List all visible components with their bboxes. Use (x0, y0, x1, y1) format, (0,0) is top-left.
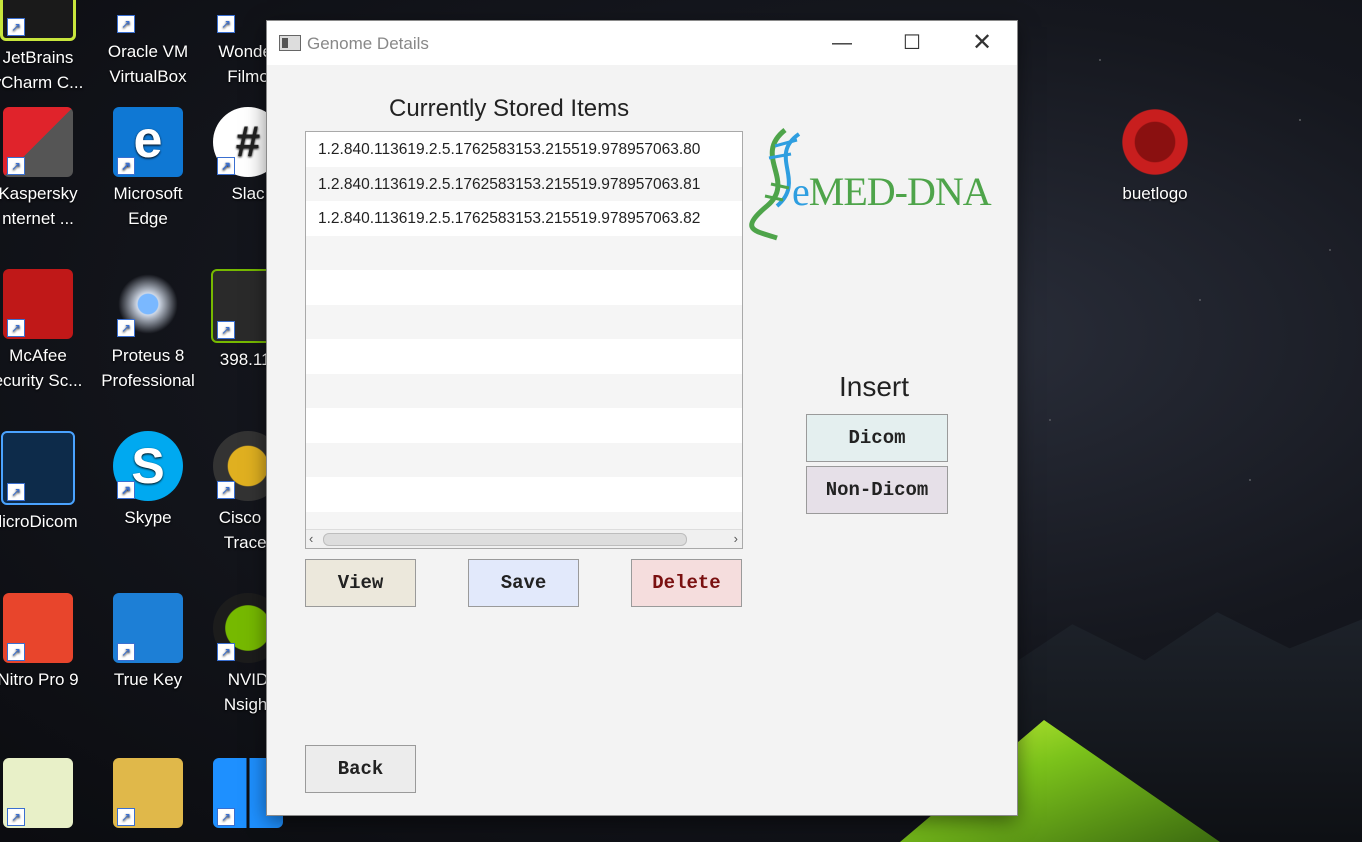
desktop-icon-proteus[interactable]: ↗ Proteus 8 Professional (100, 269, 196, 393)
desktop-icon-buetlogo[interactable]: buetlogo (1107, 107, 1203, 206)
list-item[interactable]: 1.2.840.113619.2.5.1762583153.215519.978… (306, 201, 742, 236)
desktop-icon-label: buetlogo (1122, 184, 1188, 203)
scroll-right-icon[interactable]: › (734, 531, 738, 546)
back-button[interactable]: Back (305, 745, 416, 793)
virtualbox-icon: ↗ (113, 0, 183, 35)
logo-text-main: MED-DNA (808, 169, 992, 214)
list-item-empty (306, 442, 742, 477)
desktop-icon-label: yCharm C... (0, 73, 84, 92)
list-item[interactable]: 1.2.840.113619.2.5.1762583153.215519.978… (306, 166, 742, 201)
proteus-icon: ↗ (113, 269, 183, 339)
stored-items-listbox[interactable]: 1.2.840.113619.2.5.1762583153.215519.978… (305, 131, 743, 549)
desktop-icon-skype[interactable]: S ↗ Skype (100, 431, 196, 530)
desktop-icon-notepadpp[interactable]: ↗ (0, 758, 86, 832)
desktop-icon-truekey[interactable]: ↗ True Key (100, 593, 196, 692)
list-item-empty (306, 339, 742, 374)
desktop-icon-label: nternet ... (2, 209, 74, 228)
winzip-icon: ↗ (113, 758, 183, 828)
desktop-icon-label: Professional (101, 371, 195, 390)
desktop-icon-label: Microsoft (113, 184, 183, 203)
notepadpp-icon: ↗ (3, 758, 73, 828)
desktop-icon-label: licroDicom (0, 512, 78, 531)
desktop-icon-label: Edge (128, 209, 168, 228)
desktop-icon-label: Nitro Pro 9 (0, 670, 79, 689)
edge-icon: e ↗ (113, 107, 183, 177)
scroll-left-icon[interactable]: ‹ (309, 531, 313, 546)
app-window-icon (279, 35, 301, 51)
maximize-button[interactable]: ☐ (877, 21, 947, 65)
skype-icon: S ↗ (113, 431, 183, 501)
list-item-empty (306, 304, 742, 339)
desktop-icon-pycharm[interactable]: ↗ JetBrains yCharm C... (0, 0, 86, 95)
nitro-icon: ↗ (3, 593, 73, 663)
pycharm-icon: ↗ (0, 0, 76, 41)
desktop-icon-mcafee[interactable]: ↗ McAfee ecurity Sc... (0, 269, 86, 393)
desktop-icon-label: Skype (124, 508, 172, 527)
desktop-icon-label: Proteus 8 (111, 346, 185, 365)
title-bar[interactable]: Genome Details — ☐ ✕ (267, 21, 1017, 65)
dicom-button[interactable]: Dicom (806, 414, 948, 462)
desktop-icon-virtualbox[interactable]: ↗ Oracle VM VirtualBox (100, 0, 196, 89)
logo-text: eMED-DNA (792, 168, 992, 215)
delete-button[interactable]: Delete (631, 559, 742, 607)
desktop-icon-winzip[interactable]: ↗ (100, 758, 196, 832)
logo-text-e: e (792, 169, 810, 214)
desktop-icon-label: McAfee (9, 346, 67, 365)
insert-label: Insert (839, 371, 910, 402)
emed-dna-logo: eMED-DNA (747, 126, 1007, 246)
truekey-icon: ↗ (113, 593, 183, 663)
desktop-icon-edge[interactable]: e ↗ Microsoft Edge (100, 107, 196, 231)
non-dicom-button[interactable]: Non-Dicom (806, 466, 948, 514)
scrollbar-thumb[interactable] (323, 533, 687, 546)
minimize-button[interactable]: — (807, 21, 877, 65)
desktop-icon-label: ecurity Sc... (0, 371, 83, 390)
close-button[interactable]: ✕ (947, 21, 1017, 65)
microdicom-icon: ↗ (1, 431, 75, 505)
desktop-icon-label: Oracle VM (107, 42, 189, 61)
desktop-icon-label: True Key (113, 670, 183, 689)
genome-details-window: Genome Details — ☐ ✕ Currently Stored It… (267, 21, 1017, 815)
mcafee-icon: ↗ (3, 269, 73, 339)
list-item-empty (306, 235, 742, 270)
horizontal-scrollbar[interactable]: ‹ › (306, 529, 742, 548)
desktop-icon-label: VirtualBox (109, 67, 187, 86)
list-item-empty (306, 270, 742, 305)
desktop-icon-label: Kaspersky (0, 184, 78, 203)
stored-items-heading: Currently Stored Items (389, 95, 630, 122)
buetlogo-icon (1120, 107, 1190, 177)
desktop-icon-label: JetBrains (2, 48, 74, 67)
list-item-empty (306, 477, 742, 512)
kaspersky-icon: ↗ (3, 107, 73, 177)
save-button[interactable]: Save (468, 559, 579, 607)
desktop-icon-kaspersky[interactable]: ↗ Kaspersky nternet ... (0, 107, 86, 231)
view-button[interactable]: View (305, 559, 416, 607)
desktop-icon-nitro[interactable]: ↗ Nitro Pro 9 (0, 593, 86, 692)
desktop-icon-microdicom[interactable]: ↗ licroDicom (0, 431, 86, 534)
window-title: Genome Details (307, 34, 429, 53)
list-item[interactable]: 1.2.840.113619.2.5.1762583153.215519.978… (306, 132, 742, 167)
list-item-empty (306, 373, 742, 408)
list-item-empty (306, 408, 742, 443)
